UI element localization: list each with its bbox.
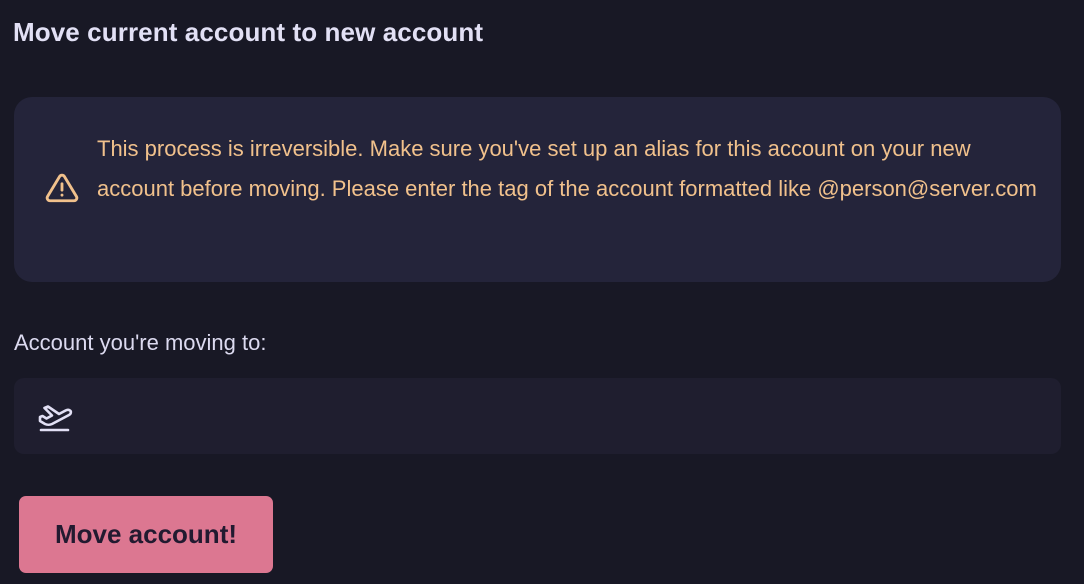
account-field-label: Account you're moving to:	[14, 330, 267, 355]
warning-callout: This process is irreversible. Make sure …	[14, 97, 1061, 282]
warning-message: This process is irreversible. Make sure …	[97, 136, 1037, 201]
page-title: Move current account to new account	[13, 17, 484, 47]
account-input-container[interactable]	[14, 378, 1061, 454]
move-account-page: Move current account to new account This…	[0, 0, 1084, 584]
move-account-button[interactable]: Move account!	[19, 496, 273, 573]
account-tag-input[interactable]	[86, 378, 1046, 454]
airplane-takeoff-icon	[36, 400, 74, 432]
warning-triangle-icon	[45, 171, 79, 205]
